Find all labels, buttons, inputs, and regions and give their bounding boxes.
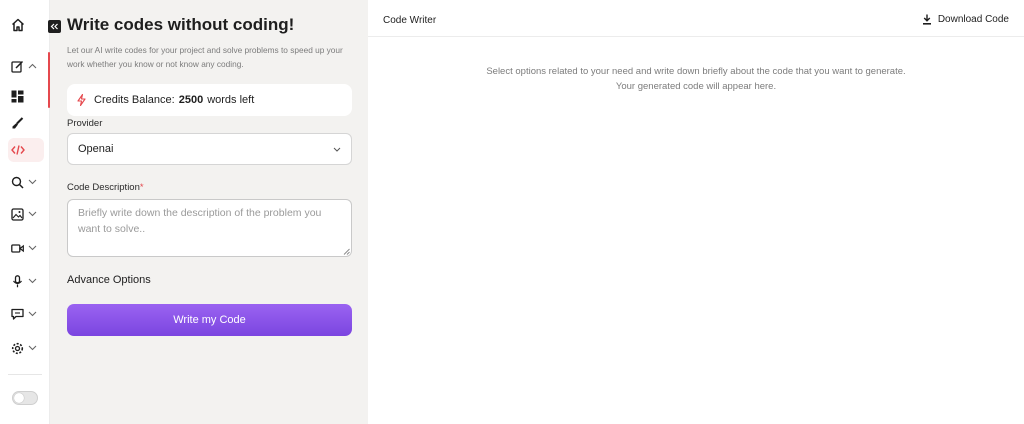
search-menu[interactable]: [8, 170, 44, 194]
output-header: Code Writer Download Code: [368, 0, 1024, 37]
home-button[interactable]: [8, 13, 44, 37]
output-area: Code Writer Download Code Select options…: [368, 0, 1024, 424]
sidebar-rail: [0, 0, 50, 424]
credits-balance-card: Credits Balance: 2500 words left: [67, 84, 352, 116]
code-description-input[interactable]: [67, 199, 352, 257]
chat-menu[interactable]: [8, 302, 44, 326]
write-my-code-button[interactable]: Write my Code: [67, 304, 352, 336]
dashboard-icon: [11, 90, 24, 102]
chat-icon: [11, 308, 24, 320]
brush-icon: [12, 116, 24, 128]
chevron-down-icon: [28, 245, 37, 251]
search-icon: [11, 176, 24, 189]
chevron-down-icon: [28, 211, 37, 217]
code-description-label: Code Description*: [67, 182, 144, 193]
lightning-icon: [77, 94, 86, 106]
chevron-down-icon: [333, 147, 341, 152]
code-icon: [11, 145, 25, 155]
download-code-label: Download Code: [937, 14, 1009, 25]
toggle-knob: [14, 393, 24, 403]
download-icon: [922, 14, 931, 25]
credits-label: Credits Balance:: [94, 94, 175, 106]
collapse-panel-button[interactable]: [48, 20, 61, 33]
settings-menu[interactable]: [8, 336, 44, 360]
dashboard-button[interactable]: [8, 84, 44, 108]
video-icon: [11, 243, 24, 253]
code-description-label-text: Code Description: [67, 182, 140, 193]
provider-label: Provider: [67, 118, 103, 129]
brush-button[interactable]: [8, 111, 44, 135]
resize-grip-icon[interactable]: [343, 248, 350, 255]
chevron-down-icon: [28, 345, 37, 351]
audio-menu[interactable]: [8, 269, 44, 293]
double-chevron-left-icon: [50, 23, 58, 30]
video-menu[interactable]: [8, 236, 44, 260]
provider-select[interactable]: Openai: [67, 133, 352, 165]
credits-amount: 2500: [178, 94, 204, 106]
output-title: Code Writer: [383, 15, 437, 26]
provider-value: Openai: [78, 143, 114, 155]
home-icon: [11, 18, 25, 32]
image-icon: [11, 207, 24, 221]
image-menu[interactable]: [8, 202, 44, 226]
chevron-down-icon: [28, 311, 37, 317]
edit-icon: [11, 60, 24, 73]
page-description: Let our AI write codes for your project …: [67, 45, 343, 69]
download-code-button[interactable]: Download Code: [922, 14, 1009, 25]
page-title: Write codes without coding!: [67, 15, 295, 34]
advance-options-toggle[interactable]: Advance Options: [67, 274, 151, 286]
microphone-icon: [13, 274, 22, 287]
required-mark: *: [139, 182, 144, 193]
rail-divider: [8, 374, 42, 375]
edit-menu[interactable]: [8, 54, 44, 78]
theme-toggle[interactable]: [12, 391, 38, 405]
chevron-down-icon: [28, 179, 37, 185]
code-writer-button[interactable]: [8, 138, 44, 162]
chevron-up-icon: [28, 63, 37, 69]
chevron-down-icon: [28, 278, 37, 284]
credits-suffix: words left: [207, 94, 255, 106]
settings-icon: [11, 342, 24, 354]
empty-state-message: Select options related to your need and …: [486, 66, 906, 92]
